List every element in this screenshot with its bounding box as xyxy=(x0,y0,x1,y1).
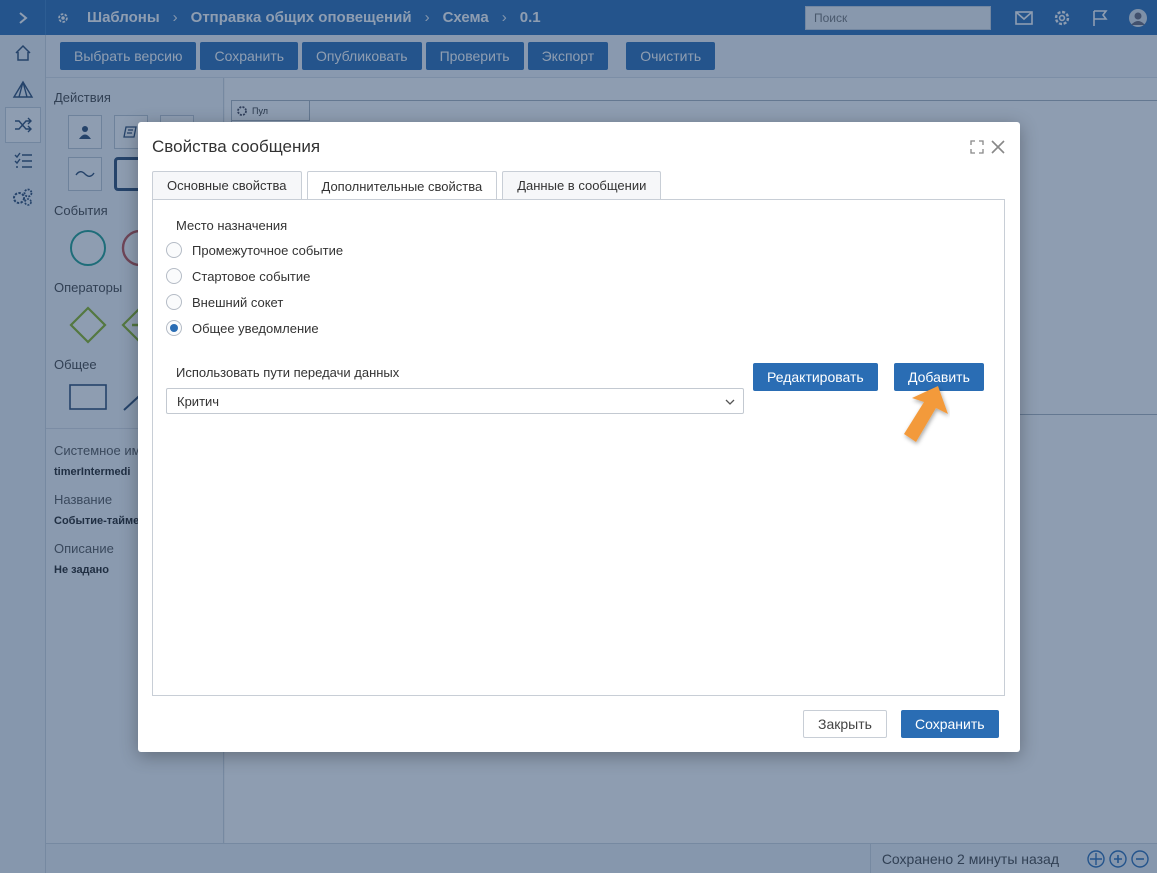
radio-button[interactable] xyxy=(166,268,182,284)
radio-label: Стартовое событие xyxy=(192,268,311,284)
tab-additional-properties[interactable]: Дополнительные свойства xyxy=(306,171,498,200)
radio-button-checked[interactable] xyxy=(166,320,182,336)
message-properties-dialog: Свойства сообщения Основные свойства Доп… xyxy=(138,122,1020,752)
tab-basic-properties[interactable]: Основные свойства xyxy=(152,171,302,199)
radio-general-notification[interactable]: Общее уведомление xyxy=(166,320,319,336)
radio-intermediate-event[interactable]: Промежуточное событие xyxy=(166,242,343,258)
data-paths-label: Использовать пути передачи данных xyxy=(176,365,400,380)
radio-button[interactable] xyxy=(166,294,182,310)
maximize-button[interactable] xyxy=(968,138,986,156)
radio-label: Внешний сокет xyxy=(192,294,284,310)
close-icon xyxy=(991,140,1005,154)
save-button[interactable]: Сохранить xyxy=(901,710,999,738)
radio-external-socket[interactable]: Внешний сокет xyxy=(166,294,283,310)
additional-properties-panel: Место назначения Промежуточное событие С… xyxy=(152,199,1005,696)
destination-title: Место назначения xyxy=(176,218,288,233)
edit-paths-button[interactable]: Редактировать xyxy=(753,363,878,391)
pointer-arrow-icon xyxy=(904,386,948,442)
data-paths-select[interactable]: Критич xyxy=(166,388,744,414)
close-dialog-button[interactable] xyxy=(989,138,1007,156)
radio-start-event[interactable]: Стартовое событие xyxy=(166,268,310,284)
close-button[interactable]: Закрыть xyxy=(803,710,887,738)
data-paths-value: Критич xyxy=(177,393,220,409)
radio-button[interactable] xyxy=(166,242,182,258)
maximize-icon xyxy=(970,140,984,154)
tab-message-data[interactable]: Данные в сообщении xyxy=(502,171,662,199)
radio-label: Общее уведомление xyxy=(192,320,319,336)
dialog-tabs: Основные свойства Дополнительные свойств… xyxy=(152,171,666,200)
dialog-title: Свойства сообщения xyxy=(152,137,321,156)
radio-label: Промежуточное событие xyxy=(192,242,344,258)
chevron-down-icon xyxy=(725,399,735,405)
